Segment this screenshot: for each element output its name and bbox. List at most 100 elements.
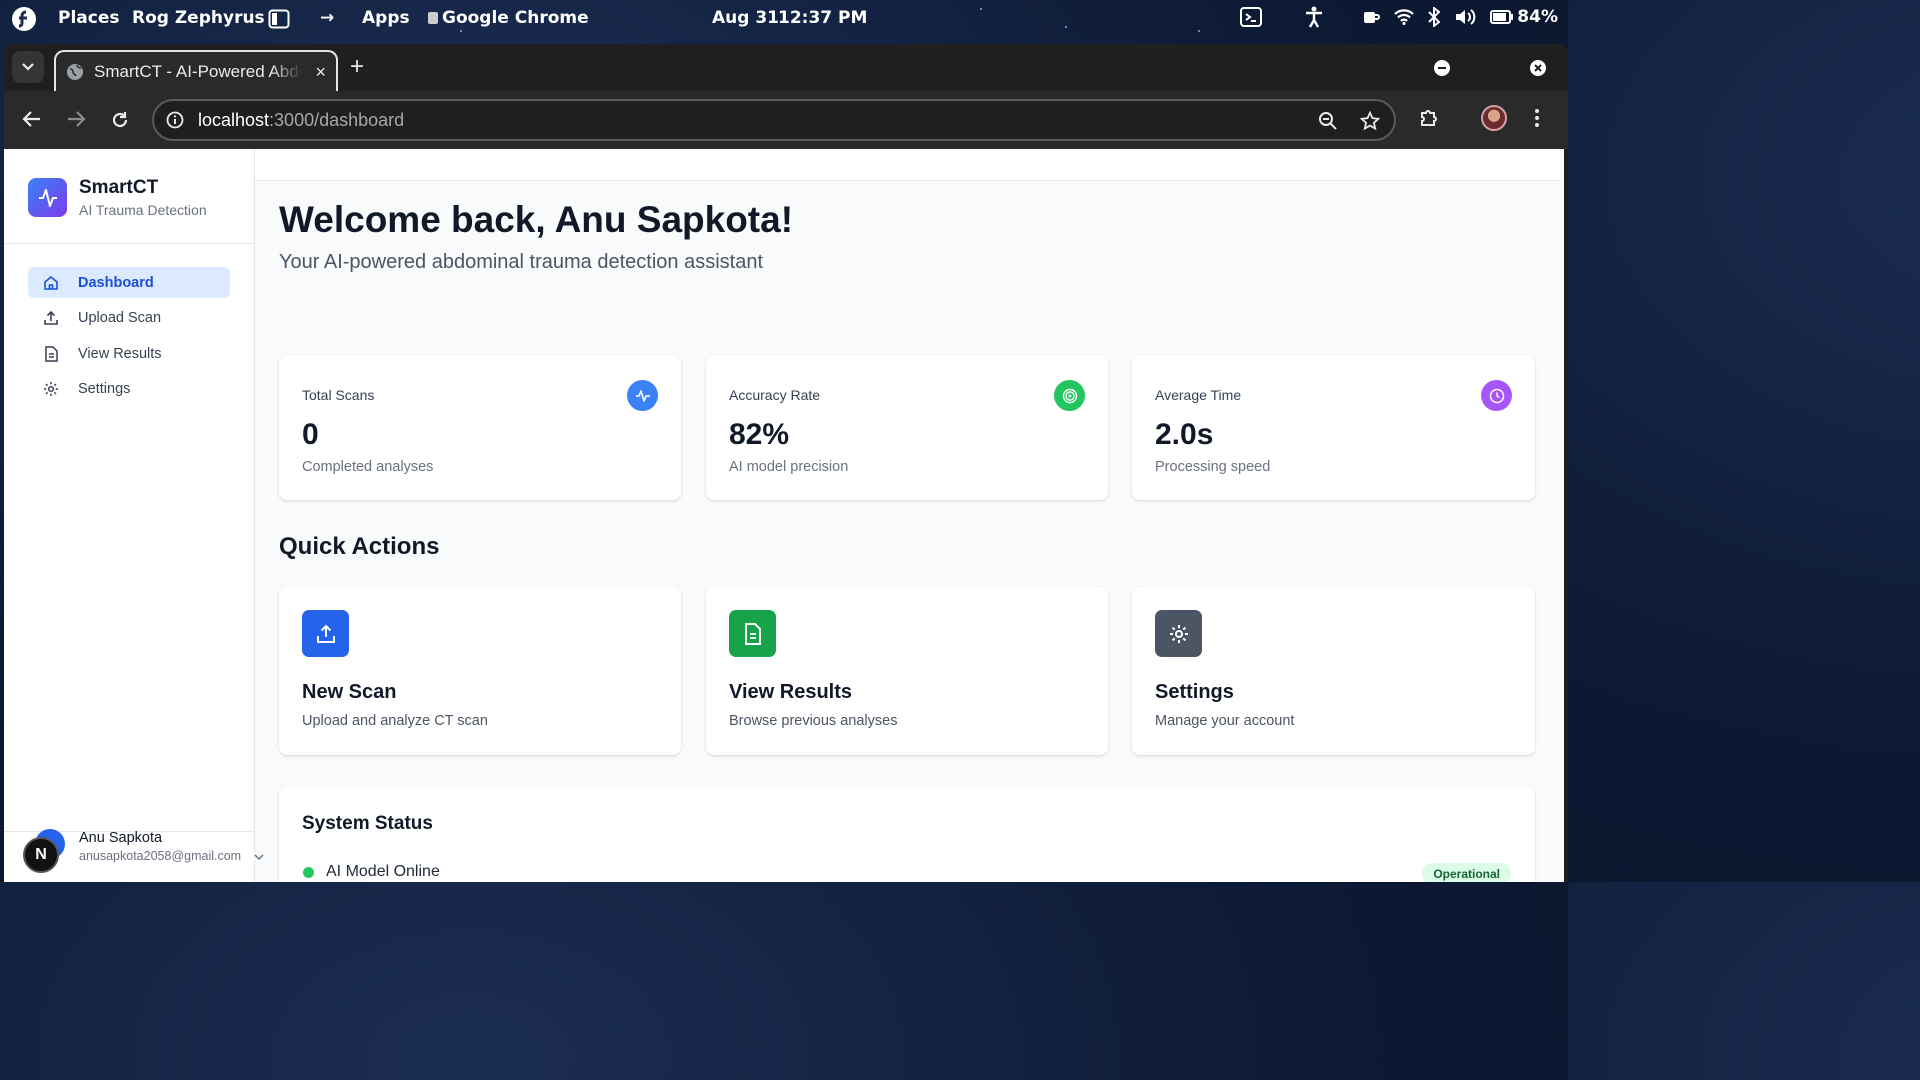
system-status-label: AI Model Online	[326, 863, 440, 880]
stat-subtitle: Processing speed	[1155, 459, 1271, 475]
close-icon	[1534, 64, 1542, 72]
sidebar-item-label: Upload Scan	[78, 310, 162, 326]
places-menu[interactable]: Places	[58, 8, 119, 28]
chevron-down-icon[interactable]	[253, 853, 265, 861]
stat-value: 0	[302, 418, 319, 451]
address-bar[interactable]: localhost:3000/dashboard	[152, 99, 1396, 141]
accessibility-icon[interactable]	[1304, 6, 1324, 28]
extensions-icon[interactable]	[1418, 107, 1440, 129]
page-subtitle: Your AI-powered abdominal trauma detecti…	[279, 251, 763, 273]
zoom-icon[interactable]	[1318, 111, 1338, 131]
main-header-bar	[255, 149, 1560, 181]
battery-icon	[1490, 10, 1514, 24]
window-panel-icon[interactable]	[268, 9, 290, 29]
stat-card-total-scans: Total Scans 0 Completed analyses	[279, 356, 681, 500]
sidebar: SmartCT AI Trauma Detection Dashboard Up…	[4, 149, 264, 882]
target-icon	[1054, 380, 1085, 411]
quick-action-subtitle: Browse previous analyses	[729, 713, 898, 729]
sidebar-item-upload-scan[interactable]: Upload Scan	[28, 303, 230, 334]
quick-action-subtitle: Upload and analyze CT scan	[302, 713, 488, 729]
quick-action-title: View Results	[729, 681, 853, 703]
quick-action-new-scan[interactable]: New Scan Upload and analyze CT scan	[279, 587, 681, 755]
bookmark-star-icon[interactable]	[1360, 111, 1380, 131]
stat-subtitle: AI model precision	[729, 459, 849, 475]
system-status-card: System Status AI Model Online Operationa…	[279, 787, 1535, 882]
wifi-icon[interactable]	[1394, 9, 1415, 25]
upload-icon	[42, 310, 60, 326]
user-email: anusapkota2058@gmail.com	[79, 849, 242, 863]
reload-icon[interactable]	[110, 110, 130, 130]
date-label[interactable]: Aug 31	[712, 8, 779, 28]
gear-icon	[1155, 610, 1202, 657]
url-path: :3000/dashboard	[269, 109, 405, 130]
sidebar-item-dashboard[interactable]: Dashboard	[28, 267, 230, 298]
user-name: Anu Sapkota	[79, 830, 163, 846]
upload-icon	[302, 610, 349, 657]
activity-logo-icon	[28, 178, 67, 217]
quick-action-settings[interactable]: Settings Manage your account	[1132, 587, 1535, 755]
menu-dots-icon[interactable]	[1534, 107, 1540, 129]
activity-icon	[627, 380, 658, 411]
back-icon[interactable]	[22, 110, 42, 128]
time-label[interactable]: 12:37 PM	[778, 8, 867, 28]
stat-label: Average Time	[1155, 387, 1242, 403]
brand-subtitle: AI Trauma Detection	[79, 202, 207, 218]
status-dot-icon	[303, 867, 314, 878]
tab-strip: SmartCT - AI-Powered Abdominal Trauma De…	[4, 44, 1568, 92]
active-app-label: Google Chrome	[442, 8, 589, 28]
apps-menu[interactable]: Apps	[362, 8, 410, 28]
file-icon	[42, 345, 60, 362]
quick-action-view-results[interactable]: View Results Browse previous analyses	[706, 587, 1108, 755]
battery-percent: 84%	[1517, 7, 1558, 27]
bluetooth-icon[interactable]	[1428, 7, 1441, 27]
sidebar-item-settings[interactable]: Settings	[28, 374, 230, 405]
status-badge: Operational	[1422, 863, 1511, 882]
coffee-icon[interactable]	[1362, 8, 1381, 26]
star-decoration	[980, 8, 982, 10]
os-logo-icon[interactable]	[10, 5, 38, 33]
active-app-menu[interactable]: Google Chrome	[428, 8, 589, 28]
home-icon	[42, 275, 60, 291]
stat-subtitle: Completed analyses	[302, 459, 434, 475]
close-window-button[interactable]	[1530, 60, 1546, 76]
os-top-bar: Places Rog Zephyrus → Apps Google Chrome…	[0, 0, 1568, 38]
divider	[4, 243, 254, 244]
minimize-button[interactable]	[1434, 60, 1450, 76]
stat-label: Accuracy Rate	[729, 387, 821, 403]
sidebar-item-label: View Results	[78, 345, 162, 362]
star-decoration	[1065, 26, 1067, 28]
quick-action-title: New Scan	[302, 681, 397, 703]
globe-icon	[67, 64, 83, 80]
site-info-icon[interactable]	[166, 111, 184, 129]
stat-label: Total Scans	[302, 387, 375, 403]
sidebar-item-label: Settings	[78, 381, 131, 397]
terminal-icon[interactable]	[1240, 7, 1263, 27]
system-tray: 84%	[1240, 6, 1558, 28]
browser-toolbar: localhost:3000/dashboard	[4, 91, 1568, 149]
system-status-title: System Status	[302, 813, 433, 834]
browser-tab-active[interactable]: SmartCT - AI-Powered Abdominal Trauma De…	[54, 50, 338, 92]
battery-indicator[interactable]: 84%	[1490, 7, 1558, 27]
brand[interactable]: SmartCT AI Trauma Detection	[28, 177, 207, 218]
tab-close-icon[interactable]: ×	[315, 62, 326, 83]
tab-search-button[interactable]	[12, 51, 44, 83]
minus-icon	[1438, 67, 1446, 69]
page-content: SmartCT AI Trauma Detection Dashboard Up…	[4, 149, 1564, 882]
star-decoration	[460, 30, 462, 32]
stat-card-average-time: Average Time 2.0s Processing speed	[1132, 356, 1535, 500]
new-tab-button[interactable]: +	[350, 55, 364, 79]
device-menu[interactable]: Rog Zephyrus	[132, 8, 265, 28]
star-decoration	[1198, 30, 1200, 32]
forward-icon[interactable]	[66, 110, 86, 128]
sidebar-nav: Dashboard Upload Scan View Results Setti…	[28, 267, 230, 409]
arrow-icon: →	[320, 8, 335, 28]
volume-icon[interactable]	[1454, 8, 1476, 26]
page-title: Welcome back, Anu Sapkota!	[279, 199, 794, 240]
chevron-down-icon	[22, 63, 34, 71]
nextjs-badge[interactable]: N	[23, 837, 59, 873]
user-profile[interactable]: N Anu Sapkota anusapkota2058@gmail.com	[23, 817, 264, 877]
sidebar-item-view-results[interactable]: View Results	[28, 338, 230, 369]
profile-avatar[interactable]	[1481, 105, 1507, 131]
quick-action-title: Settings	[1155, 681, 1234, 703]
quick-actions-title: Quick Actions	[279, 533, 440, 560]
